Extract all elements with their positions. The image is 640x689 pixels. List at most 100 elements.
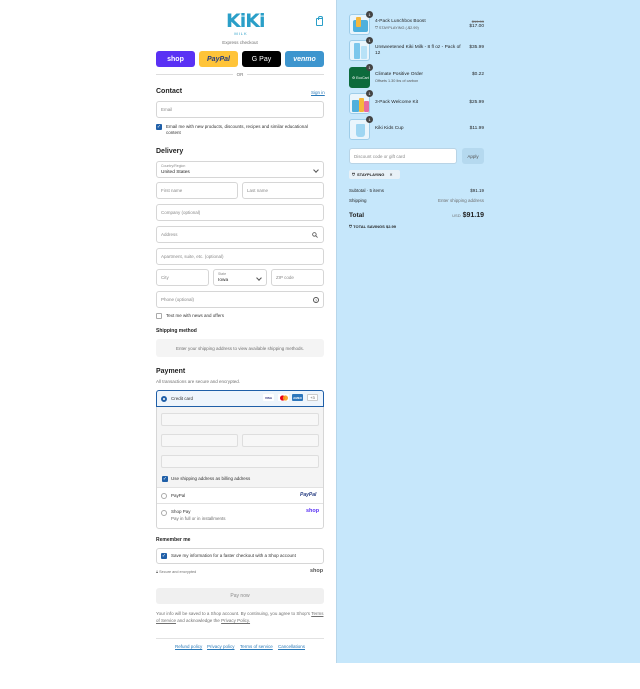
address-field[interactable]: Address — [156, 226, 324, 243]
footer-divider — [156, 638, 324, 639]
company-placeholder: Company (optional) — [161, 210, 201, 215]
item-subtext: Offsets 1.30 lbs of carbon — [375, 79, 419, 83]
logo-text: KiKi — [226, 10, 265, 32]
secure-note: 🔒︎ Secure and encrypted — [156, 570, 196, 574]
shop-pay-option-label: Shop Pay — [171, 509, 191, 514]
terms-of-service-footer-link[interactable]: Terms of service — [240, 644, 273, 649]
paypal-option-label: PayPal — [171, 493, 186, 498]
card-expiry-field[interactable] — [161, 434, 238, 447]
gpay-button[interactable]: G Pay — [242, 51, 281, 67]
currency-code: USD — [452, 213, 461, 218]
contact-heading: Contact — [156, 88, 183, 95]
shop-pay-label: shop — [167, 55, 184, 63]
refund-policy-link[interactable]: Refund policy — [175, 644, 202, 649]
shop-pay-logo: shop — [306, 508, 320, 514]
card-name-field[interactable] — [161, 455, 319, 468]
country-value: United States — [161, 170, 190, 175]
billing-same-checkbox[interactable]: ✓ — [162, 476, 168, 482]
legal-and: and acknowledge the — [177, 618, 220, 623]
visa-icon: VISA — [263, 394, 274, 401]
billing-same-label: Use shipping address as billing address — [171, 476, 251, 481]
payment-heading: Payment — [156, 368, 186, 375]
cart-bag-icon[interactable] — [316, 16, 323, 26]
state-value: Iowa — [218, 278, 229, 283]
credit-card-label: Credit card — [171, 396, 194, 401]
help-icon[interactable]: ? — [313, 297, 319, 303]
paypal-radio[interactable] — [161, 493, 167, 499]
apply-button[interactable]: Apply — [462, 148, 484, 164]
privacy-policy-link[interactable]: Privacy Policy. — [221, 618, 250, 623]
apartment-field[interactable]: Apartment, suite, etc. (optional) — [156, 248, 324, 265]
last-name-placeholder: Last name — [247, 188, 269, 193]
item-price: $25.99 — [469, 100, 484, 105]
paypal-label: PayPal — [207, 55, 230, 63]
city-placeholder: City — [161, 275, 169, 280]
more-cards-badge: +3 — [307, 394, 318, 401]
quantity-badge: 1 — [366, 11, 373, 18]
shipping-note-text: Enter your shipping address to view avai… — [175, 345, 305, 351]
item-discount-text: STAYPLAYING (-$2.99) — [378, 26, 419, 30]
tag-icon: ⛉ — [352, 172, 355, 177]
state-label: State — [218, 272, 227, 276]
amex-icon: AMEX — [292, 394, 303, 401]
paypal-logo: PayPal — [300, 492, 317, 498]
kiki-logo[interactable]: KiKi MILK — [226, 10, 265, 37]
zip-field[interactable]: ZIP code — [271, 269, 324, 286]
total-savings: ⛉ TOTAL SAVINGS $2.99 — [349, 224, 484, 229]
venmo-label: venmo — [293, 55, 316, 63]
shop-pay-radio[interactable] — [161, 510, 167, 516]
credit-card-radio[interactable] — [161, 396, 167, 402]
payment-subtitle: All transactions are secure and encrypte… — [156, 379, 241, 384]
applied-code: STAYPLAYING — [357, 172, 385, 177]
legal-line: Your info will be saved to a Shop accoun… — [156, 611, 311, 616]
first-name-field[interactable]: First name — [156, 182, 238, 199]
country-select[interactable]: Country/Region United States — [156, 161, 324, 178]
order-item: 1 4-Pack Lunchbox Boost ⛉ STAYPLAYING (-… — [349, 11, 491, 36]
state-select[interactable]: State Iowa — [213, 269, 267, 286]
phone-placeholder: Phone (optional) — [161, 297, 195, 302]
divider — [157, 503, 323, 504]
phone-field[interactable]: Phone (optional) ? — [156, 291, 324, 308]
card-number-field[interactable] — [161, 413, 319, 426]
shipping-value: Enter shipping address — [437, 198, 484, 203]
cancellations-link[interactable]: Cancellations — [278, 644, 305, 649]
total-value-group: USD $91.19 — [452, 212, 484, 219]
total-row: Total USD $91.19 — [349, 212, 484, 222]
remove-code-icon[interactable]: ✕ — [389, 172, 392, 177]
item-price: $0.22 — [471, 72, 484, 77]
text-me-checkbox[interactable] — [156, 313, 162, 319]
visa-label: VISA — [264, 395, 272, 400]
email-field[interactable]: Email — [156, 101, 324, 118]
shop-pay-button[interactable]: shop — [156, 51, 195, 67]
city-field[interactable]: City — [156, 269, 209, 286]
card-cvv-field[interactable] — [242, 434, 319, 447]
order-item: 1 3-Pack Welcome Kit $25.99 — [349, 90, 491, 115]
company-field[interactable]: Company (optional) — [156, 204, 324, 221]
venmo-button[interactable]: venmo — [285, 51, 324, 67]
or-label: OR — [236, 72, 244, 77]
quantity-badge: 1 — [366, 116, 373, 123]
pay-now-button[interactable]: Pay now — [156, 588, 324, 604]
item-price: $35.99 — [469, 45, 484, 50]
privacy-policy-footer-link[interactable]: Privacy policy — [207, 644, 235, 649]
savings-label: TOTAL SAVINGS — [353, 224, 385, 229]
discount-code-input[interactable]: Discount code or gift card — [349, 148, 457, 164]
text-me-label: Text me with news and offers — [166, 313, 224, 318]
applied-code-chip: ⛉ STAYPLAYING ✕ — [349, 170, 400, 179]
chevron-down-icon — [313, 167, 319, 173]
sign-in-link[interactable]: Sign in — [311, 90, 325, 95]
paypal-button[interactable]: PayPal — [199, 51, 238, 67]
quantity-badge: 1 — [366, 64, 373, 71]
shop-logo: shop — [310, 568, 324, 574]
newsletter-checkbox[interactable]: ✓ — [156, 124, 162, 130]
subtotal-label: Subtotal · 5 items — [349, 188, 385, 193]
save-info-checkbox[interactable]: ✓ — [161, 553, 167, 559]
amex-label: AMEX — [293, 395, 302, 400]
email-placeholder: Email — [161, 107, 173, 112]
item-name: 4-Pack Lunchbox Boost — [375, 19, 426, 24]
order-item: ♻ EcoCart 1 Climate Positive Order Offse… — [349, 64, 491, 89]
last-name-field[interactable]: Last name — [242, 182, 324, 199]
save-info-label: Save my information for a faster checkou… — [171, 553, 296, 558]
address-placeholder: Address — [161, 232, 178, 237]
item-price: $11.99 — [469, 126, 484, 131]
